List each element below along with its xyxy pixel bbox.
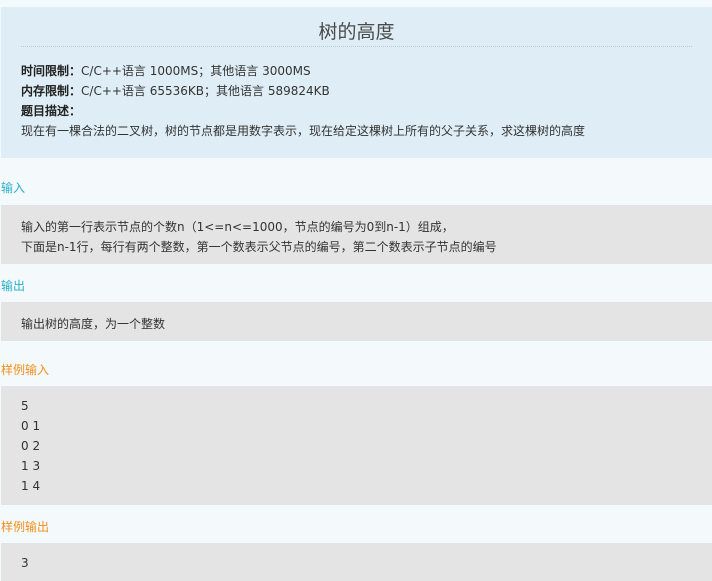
description-heading: 题目描述：: [21, 102, 81, 119]
description-label: 题目描述：: [21, 104, 82, 118]
memory-limit-label: 内存限制：: [21, 84, 82, 98]
problem-page: 树的高度 时间限制：C/C++语言 1000MS；其他语言 3000MS 内存限…: [0, 0, 712, 581]
input-box: 输入的第一行表示节点的个数n（1<=n<=1000，节点的编号为0到n-1）组成…: [1, 205, 712, 264]
sample-output-text: 3: [21, 556, 29, 570]
sample-input-line: 1 4: [21, 479, 41, 493]
problem-header: 树的高度 时间限制：C/C++语言 1000MS；其他语言 3000MS 内存限…: [1, 7, 712, 158]
memory-limit-value: C/C++语言 65536KB；其他语言 589824KB: [81, 84, 330, 98]
sample-input-heading: 样例输入: [1, 363, 50, 377]
memory-limit: 内存限制：C/C++语言 65536KB；其他语言 589824KB: [21, 82, 330, 99]
title-divider: [21, 46, 692, 47]
input-line-1: 输入的第一行表示节点的个数n（1<=n<=1000，节点的编号为0到n-1）组成…: [21, 220, 454, 234]
sample-input-line: 0 2: [21, 439, 41, 453]
output-box: 输出树的高度，为一个整数: [1, 302, 712, 341]
sample-input-line: 5: [21, 399, 29, 413]
output-text: 输出树的高度，为一个整数: [21, 317, 166, 331]
sample-output-heading: 样例输出: [1, 520, 50, 534]
sample-input-line: 1 3: [21, 459, 41, 473]
time-limit-value: C/C++语言 1000MS；其他语言 3000MS: [81, 64, 311, 78]
time-limit: 时间限制：C/C++语言 1000MS；其他语言 3000MS: [21, 62, 311, 79]
input-line-2: 下面是n-1行，每行有两个整数，第一个数表示父节点的编号，第二个数表示子节点的编…: [21, 240, 497, 254]
page-title: 树的高度: [318, 21, 395, 43]
output-heading: 输出: [1, 279, 26, 293]
input-heading: 输入: [1, 181, 26, 195]
description-text: 现在有一棵合法的二叉树，树的节点都是用数字表示，现在给定这棵树上所有的父子关系，…: [21, 124, 586, 138]
sample-output-box: 3: [1, 543, 712, 581]
sample-input-line: 0 1: [21, 419, 41, 433]
time-limit-label: 时间限制：: [21, 64, 82, 78]
sample-input-box: 5 0 1 0 2 1 3 1 4: [1, 386, 712, 505]
